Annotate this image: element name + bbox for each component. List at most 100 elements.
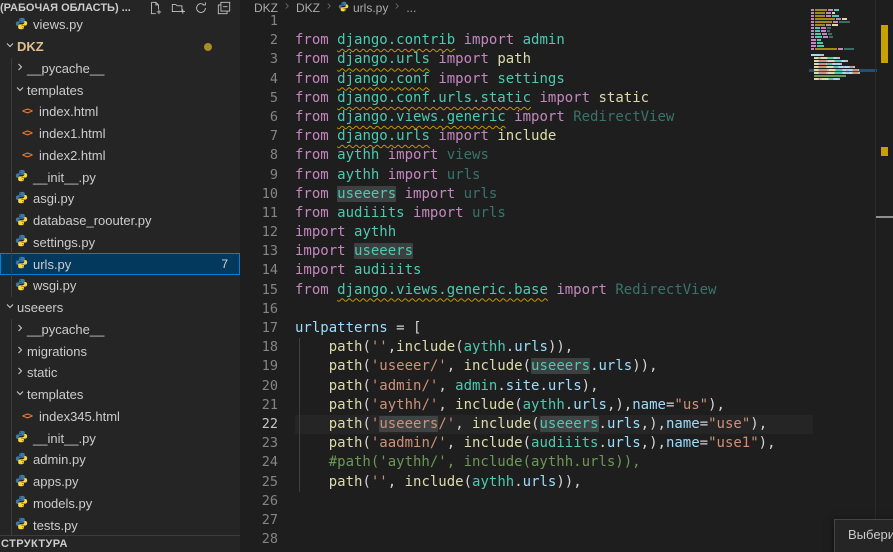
- line-number[interactable]: 14: [252, 261, 278, 280]
- code-area[interactable]: 12from django.contrib import admin3from …: [240, 12, 813, 549]
- code-line-12[interactable]: 12import aythh: [240, 223, 813, 242]
- code-line-17[interactable]: 17urlpatterns = [: [240, 319, 813, 338]
- code-line-21[interactable]: 21 path('aythh/', include(aythh.urls,),n…: [240, 396, 813, 415]
- tree-item-tests-py[interactable]: tests.py: [0, 514, 240, 536]
- code-line-27[interactable]: 27: [240, 511, 813, 530]
- line-number[interactable]: 11: [252, 204, 278, 223]
- tree-item-useeers[interactable]: useeers: [0, 297, 240, 319]
- new-file-icon[interactable]: [147, 0, 163, 16]
- line-number[interactable]: 16: [252, 300, 278, 319]
- line-number[interactable]: 12: [252, 223, 278, 242]
- code-line-10[interactable]: 10from useeers import urls: [240, 185, 813, 204]
- line-number[interactable]: 23: [252, 434, 278, 453]
- minimap-line: [811, 36, 875, 38]
- line-number[interactable]: 2: [252, 31, 278, 50]
- code-text: from django.urls import include: [295, 127, 556, 146]
- tree-item-apps-py[interactable]: apps.py: [0, 471, 240, 493]
- line-number[interactable]: 1: [252, 12, 278, 31]
- code-line-16[interactable]: 16: [240, 300, 813, 319]
- tree-item--pycache-[interactable]: __pycache__: [0, 58, 240, 80]
- code-line-5[interactable]: 5from django.conf.urls.static import sta…: [240, 89, 813, 108]
- tree-item-models-py[interactable]: models.py: [0, 493, 240, 515]
- code-line-2[interactable]: 2from django.contrib import admin: [240, 31, 813, 50]
- tree-item-database-roouter-py[interactable]: database_roouter.py: [0, 210, 240, 232]
- code-line-24[interactable]: 24 #path('aythh/', include(aythh.urls)),: [240, 453, 813, 472]
- line-number[interactable]: 28: [252, 530, 278, 549]
- code-line-9[interactable]: 9from aythh import urls: [240, 166, 813, 185]
- line-number[interactable]: 27: [252, 511, 278, 530]
- code-line-14[interactable]: 14 import audiiits: [240, 261, 813, 280]
- code-text: import audiiits: [295, 261, 421, 280]
- tree-item-wsgi-py[interactable]: wsgi.py: [0, 275, 240, 297]
- tree-item-index345-html[interactable]: <>index345.html: [0, 406, 240, 428]
- code-line-3[interactable]: 3from django.urls import path: [240, 50, 813, 69]
- line-number[interactable]: 7: [252, 127, 278, 146]
- scroll-indicator-line[interactable]: [876, 216, 893, 218]
- code-line-28[interactable]: 28: [240, 530, 813, 549]
- tree-item-asgi-py[interactable]: asgi.py: [0, 188, 240, 210]
- line-number[interactable]: 25: [252, 473, 278, 492]
- line-number[interactable]: 20: [252, 377, 278, 396]
- tree-item--init-py[interactable]: __init__.py: [0, 427, 240, 449]
- explorer-section-header[interactable]: (РАБОЧАЯ ОБЛАСТЬ) ...: [0, 0, 240, 15]
- tree-item--pycache-[interactable]: __pycache__: [0, 319, 240, 341]
- code-line-8[interactable]: 8from aythh import views: [240, 146, 813, 165]
- outline-section-header[interactable]: СТРУКТУРА: [0, 535, 240, 552]
- line-number[interactable]: 4: [252, 70, 278, 89]
- line-number[interactable]: 8: [252, 146, 278, 165]
- code-text: path('admin/', admin.site.urls),: [295, 377, 599, 396]
- code-line-1[interactable]: 1: [240, 12, 813, 31]
- tree-item-dkz[interactable]: DKZ: [0, 36, 240, 58]
- line-number[interactable]: 6: [252, 108, 278, 127]
- code-line-7[interactable]: 7 from django.urls import include: [240, 127, 813, 146]
- html-icon: <>: [22, 106, 32, 117]
- tree-item-index2-html[interactable]: <>index2.html: [0, 145, 240, 167]
- tree-item-admin-py[interactable]: admin.py: [0, 449, 240, 471]
- code-line-22[interactable]: 22 path('useeers/', include(useeers.urls…: [240, 415, 813, 434]
- minimap[interactable]: [811, 0, 875, 552]
- minimap-line: [811, 72, 875, 74]
- tree-item-urls-py[interactable]: urls.py7: [0, 253, 240, 275]
- code-line-23[interactable]: 23 path('aadmin/', include(audiiits.urls…: [240, 434, 813, 453]
- tree-item-migrations[interactable]: migrations: [0, 340, 240, 362]
- code-line-26[interactable]: 26: [240, 492, 813, 511]
- code-line-13[interactable]: 13import useeers: [240, 242, 813, 261]
- line-number[interactable]: 21: [252, 396, 278, 415]
- line-number[interactable]: 15: [252, 281, 278, 300]
- tree-item-templates[interactable]: templates: [0, 79, 240, 101]
- code-line-11[interactable]: 11from audiiits import urls: [240, 204, 813, 223]
- line-number[interactable]: 13: [252, 242, 278, 261]
- tree-item-static[interactable]: static: [0, 362, 240, 384]
- line-number[interactable]: 24: [252, 453, 278, 472]
- overview-ruler[interactable]: [875, 0, 893, 552]
- line-number[interactable]: 18: [252, 338, 278, 357]
- minimap-line: [811, 69, 875, 71]
- code-line-25[interactable]: 25 path('', include(aythh.urls)),: [240, 473, 813, 492]
- line-number[interactable]: 10: [252, 185, 278, 204]
- new-folder-icon[interactable]: [170, 0, 186, 16]
- tree-item-index-html[interactable]: <>index.html: [0, 101, 240, 123]
- minimap-line: [811, 45, 875, 47]
- collapse-all-icon[interactable]: [216, 0, 232, 16]
- code-line-4[interactable]: 4from django.conf import settings: [240, 70, 813, 89]
- line-number[interactable]: 17: [252, 319, 278, 338]
- line-number[interactable]: 5: [252, 89, 278, 108]
- code-line-15[interactable]: 15from django.views.generic.base import …: [240, 281, 813, 300]
- line-number[interactable]: 26: [252, 492, 278, 511]
- refresh-icon[interactable]: [193, 0, 209, 16]
- line-number[interactable]: 9: [252, 166, 278, 185]
- code-text: path('', include(aythh.urls)),: [295, 473, 582, 492]
- code-line-18[interactable]: 18 path('',include(aythh.urls)),: [240, 338, 813, 357]
- tree-item-settings-py[interactable]: settings.py: [0, 232, 240, 254]
- line-number[interactable]: 22: [252, 415, 278, 434]
- line-number[interactable]: 3: [252, 50, 278, 69]
- code-line-6[interactable]: 6from django.views.generic import Redire…: [240, 108, 813, 127]
- code-line-20[interactable]: 20 path('admin/', admin.site.urls),: [240, 377, 813, 396]
- line-number[interactable]: 19: [252, 357, 278, 376]
- minimap-line: [811, 60, 875, 62]
- code-line-19[interactable]: 19 path('useeer/', include(useeers.urls)…: [240, 357, 813, 376]
- tree-item-views-py[interactable]: views.py: [0, 14, 240, 36]
- tree-item-index1-html[interactable]: <>index1.html: [0, 123, 240, 145]
- tree-item--init-py[interactable]: __init__.py: [0, 166, 240, 188]
- tree-item-templates[interactable]: templates: [0, 384, 240, 406]
